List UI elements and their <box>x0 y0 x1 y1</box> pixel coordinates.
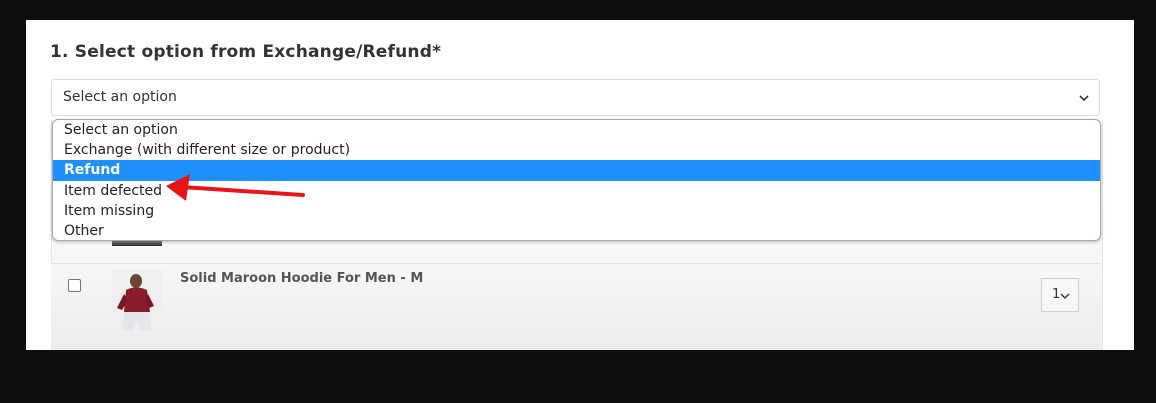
exchange-refund-select[interactable]: Select an option <box>51 79 1100 116</box>
option-other[interactable]: Other <box>53 221 1100 240</box>
option-select-an-option[interactable]: Select an option <box>53 120 1100 140</box>
annotation-arrow-icon <box>166 174 305 201</box>
product-row: Solid Maroon Hoodie For Men - M 1 <box>51 264 1101 350</box>
quantity-select[interactable]: 1 <box>1041 278 1079 312</box>
select-current-value: Select an option <box>63 89 177 105</box>
option-exchange[interactable]: Exchange (with different size or product… <box>53 140 1100 160</box>
product-image <box>112 270 162 333</box>
product-select-checkbox[interactable] <box>68 279 81 292</box>
chevron-down-icon <box>1060 293 1070 299</box>
chevron-down-icon <box>1079 95 1089 102</box>
section-heading: 1. Select option from Exchange/Refund* <box>50 42 442 62</box>
product-title: Solid Maroon Hoodie For Men - M <box>180 271 424 286</box>
